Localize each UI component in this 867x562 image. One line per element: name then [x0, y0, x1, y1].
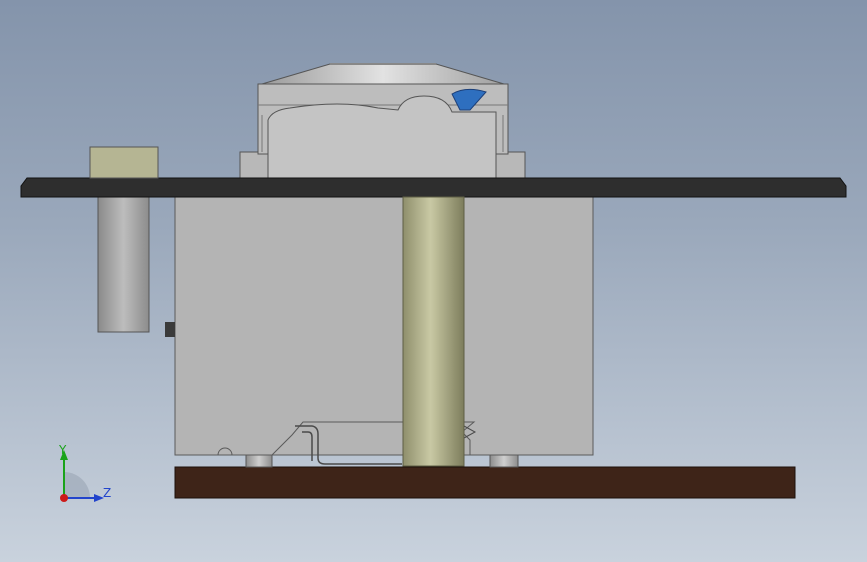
x-axis-origin-icon: [60, 494, 68, 502]
model-view: [20, 63, 847, 499]
side-tab: [165, 322, 175, 337]
cad-viewport[interactable]: Y Z: [0, 0, 867, 562]
y-axis-label: Y: [59, 443, 67, 457]
pcb-board: [20, 177, 847, 198]
base-plate: [174, 466, 796, 499]
left-sleeve: [97, 194, 150, 333]
triad-quarter-arc: [64, 472, 90, 498]
right-foot: [489, 453, 519, 468]
cap-dome: [261, 63, 505, 85]
center-pin: [402, 196, 465, 467]
z-axis-label: Z: [103, 486, 112, 500]
terminal-block: [89, 146, 159, 179]
left-foot: [245, 453, 273, 468]
main-housing: [174, 196, 594, 456]
